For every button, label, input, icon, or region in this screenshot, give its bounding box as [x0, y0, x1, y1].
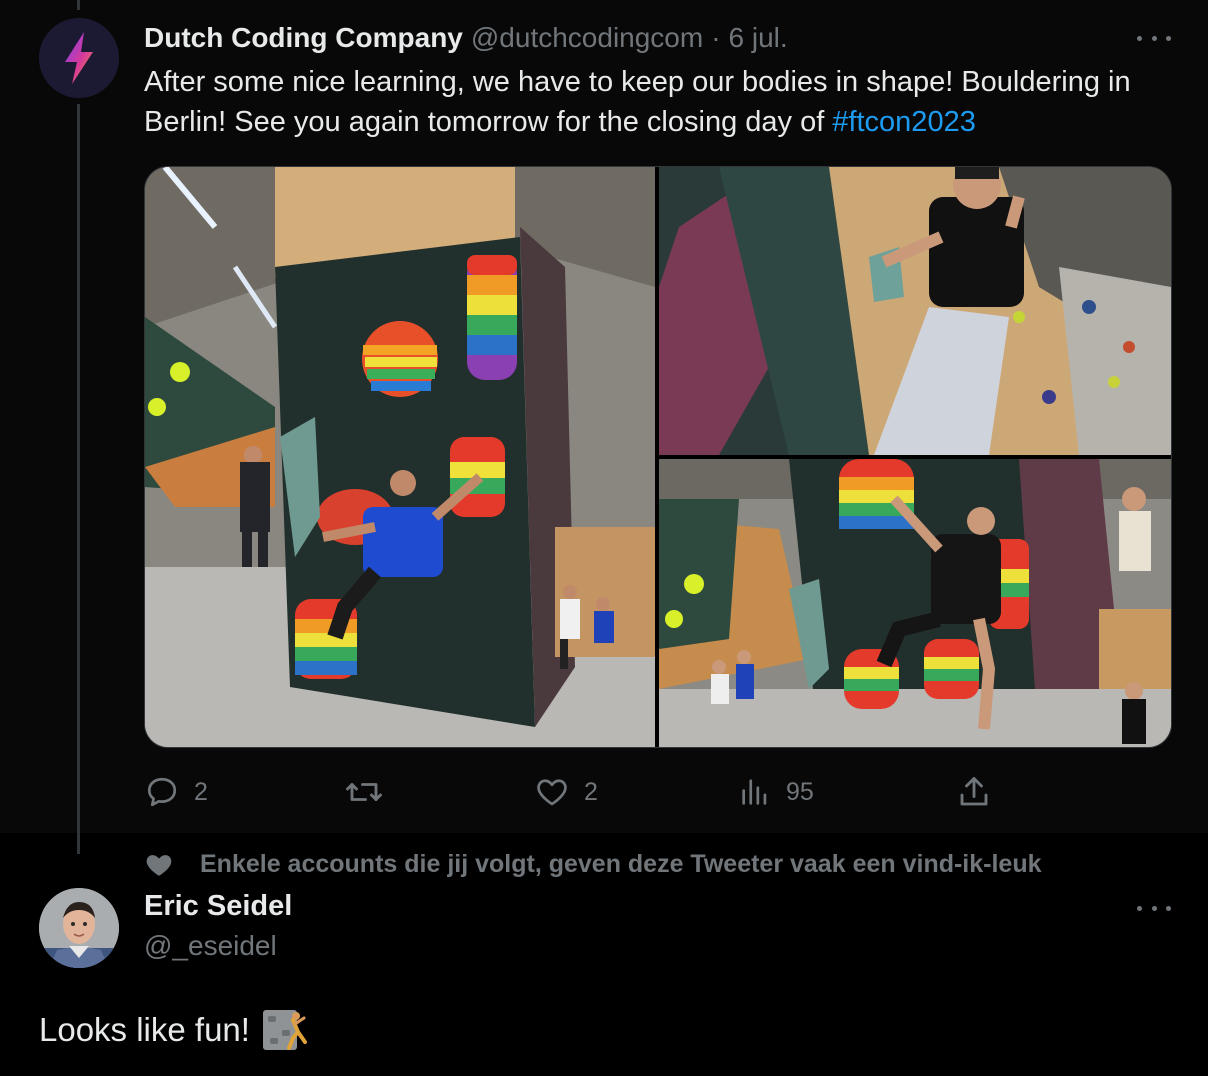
hashtag-link[interactable]: #ftcon2023 — [832, 106, 976, 138]
thread-line-top — [77, 0, 80, 10]
reply-count: 2 — [194, 777, 208, 806]
bar-chart-icon — [742, 779, 767, 805]
reply-button[interactable]: 2 — [144, 770, 208, 814]
profile-photo-icon — [39, 888, 119, 968]
like-count: 2 — [584, 777, 598, 806]
climbers-group-image — [659, 459, 1171, 747]
more-options-icon[interactable] — [1137, 28, 1171, 48]
tweet-header: Dutch Coding Company @dutchcodingcom · 6… — [144, 20, 788, 56]
like-button[interactable]: 2 — [534, 770, 598, 814]
reply-author-name[interactable]: Eric Seidel — [144, 890, 292, 923]
timeline: Dutch Coding Company @dutchcodingcom · 6… — [0, 0, 1208, 1076]
person-climbing-emoji — [262, 1010, 307, 1050]
retweet-icon — [346, 783, 382, 801]
photo-2[interactable] — [659, 167, 1171, 455]
retweet-button[interactable] — [344, 770, 398, 814]
heart-filled-icon — [146, 855, 172, 876]
reply-text-body: Looks like fun! — [39, 1011, 250, 1048]
thread-line — [77, 104, 80, 854]
reply-author-handle[interactable]: @_eseidel — [144, 930, 277, 962]
author-avatar[interactable] — [39, 18, 119, 98]
tweet-text-body: After some nice learning, we have to kee… — [144, 66, 1131, 138]
social-context: Enkele accounts die jij volgt, geven dez… — [144, 847, 1042, 881]
reply-author-avatar[interactable] — [39, 888, 119, 968]
action-bar: 2 2 95 — [144, 770, 1004, 814]
author-handle[interactable]: @dutchcodingcom — [471, 22, 703, 54]
views-count: 95 — [786, 777, 814, 806]
tweet-date[interactable]: 6 jul. — [729, 22, 788, 54]
photo-3[interactable] — [659, 459, 1171, 747]
views-button[interactable]: 95 — [738, 770, 814, 814]
photo-1[interactable] — [145, 167, 655, 747]
author-name[interactable]: Dutch Coding Company — [144, 22, 463, 54]
climber-black-shirt-image — [659, 167, 1171, 455]
reply-more-options-icon[interactable] — [1137, 898, 1171, 918]
share-button[interactable] — [956, 770, 992, 814]
upload-icon — [960, 777, 988, 806]
separator: · — [711, 22, 721, 53]
speech-bubble-icon — [147, 777, 177, 807]
reply-text: Looks like fun! — [39, 1008, 308, 1052]
heart-icon — [537, 779, 567, 806]
media-grid — [144, 166, 1172, 748]
tweet-text: After some nice learning, we have to kee… — [144, 62, 1184, 142]
social-context-text: Enkele accounts die jij volgt, geven dez… — [200, 849, 1042, 878]
tweet[interactable]: Dutch Coding Company @dutchcodingcom · 6… — [0, 0, 1208, 854]
lightning-logo-icon — [39, 18, 119, 98]
climber-blue-shirt-image — [145, 167, 655, 747]
